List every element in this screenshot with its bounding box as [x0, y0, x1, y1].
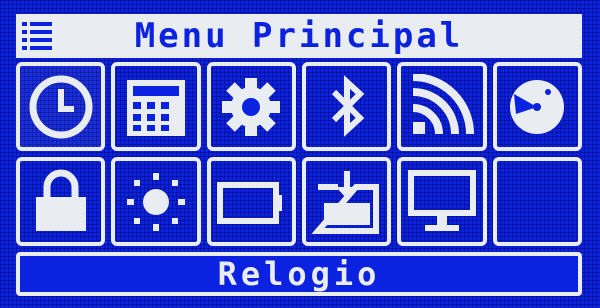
- wifi-icon: [412, 73, 474, 134]
- tile-calculator[interactable]: [111, 62, 201, 151]
- tile-empty[interactable]: [492, 157, 582, 246]
- gear-icon: [222, 77, 281, 136]
- selected-item-bar: Relogio: [16, 252, 582, 296]
- download-icon: [311, 170, 379, 234]
- tile-download[interactable]: [302, 157, 392, 246]
- tile-lock[interactable]: [16, 157, 106, 246]
- page-title: Menu Principal: [134, 16, 464, 56]
- tile-brightness[interactable]: [111, 157, 201, 246]
- tile-wifi[interactable]: [397, 62, 487, 151]
- tile-time-alt[interactable]: [492, 62, 582, 151]
- sun-icon: [126, 172, 185, 231]
- tile-battery[interactable]: [206, 157, 296, 246]
- lock-icon: [35, 169, 86, 231]
- monitor-icon: [407, 169, 476, 231]
- tile-display[interactable]: [397, 157, 487, 246]
- icon-grid: [16, 62, 582, 246]
- lcd-screen: Menu Principal Relogio: [0, 0, 600, 308]
- tile-bluetooth[interactable]: [302, 62, 392, 151]
- clock-icon: [29, 75, 93, 138]
- title-bar: Menu Principal: [16, 14, 582, 58]
- tile-settings[interactable]: [206, 62, 296, 151]
- clock-face-icon: [510, 79, 565, 134]
- bluetooth-icon: [331, 74, 364, 137]
- selected-item-label: Relogio: [217, 255, 381, 293]
- calculator-icon: [126, 79, 185, 136]
- battery-icon: [217, 181, 283, 224]
- tile-clock[interactable]: [16, 62, 106, 151]
